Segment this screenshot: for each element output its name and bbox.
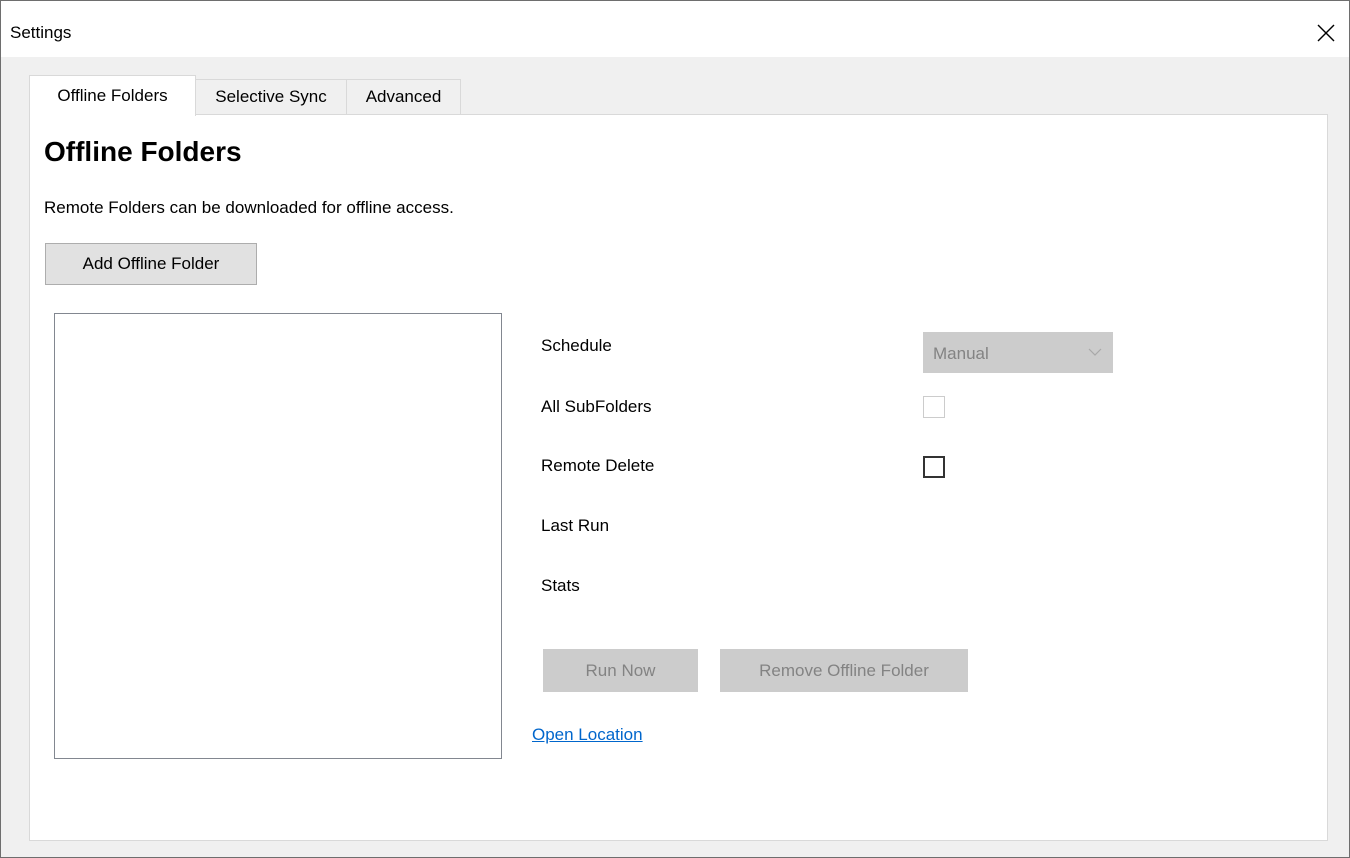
settings-window: Settings Offline Folders Selective Sync … bbox=[0, 0, 1350, 858]
remove-offline-folder-button[interactable]: Remove Offline Folder bbox=[720, 649, 968, 692]
offline-folders-panel: Offline Folders Remote Folders can be do… bbox=[29, 114, 1328, 841]
panel-description: Remote Folders can be downloaded for off… bbox=[44, 198, 454, 217]
tab-offline-folders[interactable]: Offline Folders bbox=[29, 75, 196, 116]
tab-selective-sync[interactable]: Selective Sync bbox=[195, 79, 347, 114]
offline-folder-list[interactable] bbox=[54, 313, 502, 759]
title-bar: Settings bbox=[1, 1, 1349, 57]
tab-label: Advanced bbox=[365, 87, 442, 106]
schedule-value: Manual bbox=[933, 344, 989, 363]
stats-label: Stats bbox=[541, 576, 580, 595]
tab-label: Selective Sync bbox=[215, 87, 327, 106]
close-icon bbox=[1317, 24, 1335, 42]
schedule-dropdown[interactable]: Manual bbox=[923, 332, 1113, 373]
close-button[interactable] bbox=[1303, 9, 1349, 57]
schedule-label: Schedule bbox=[541, 336, 612, 355]
remote-delete-label: Remote Delete bbox=[541, 456, 655, 475]
tab-label: Offline Folders bbox=[57, 86, 168, 105]
page-title: Offline Folders bbox=[44, 136, 242, 167]
remote-delete-checkbox[interactable] bbox=[923, 456, 945, 478]
run-now-button[interactable]: Run Now bbox=[543, 649, 698, 692]
all-subfolders-label: All SubFolders bbox=[541, 397, 652, 416]
open-location-link[interactable]: Open Location bbox=[532, 725, 643, 745]
tab-advanced[interactable]: Advanced bbox=[346, 79, 461, 114]
all-subfolders-checkbox[interactable] bbox=[923, 396, 945, 418]
window-title: Settings bbox=[10, 23, 72, 42]
last-run-label: Last Run bbox=[541, 516, 610, 535]
chevron-down-icon bbox=[1088, 348, 1102, 356]
add-offline-folder-button[interactable]: Add Offline Folder bbox=[45, 243, 257, 285]
